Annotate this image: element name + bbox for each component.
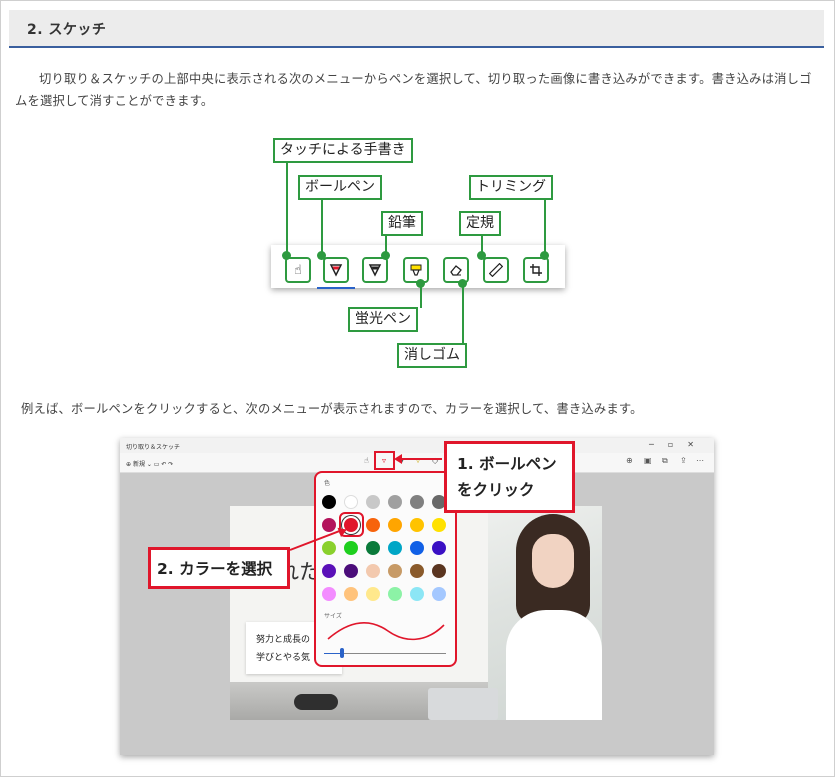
- pencil-button[interactable]: [362, 257, 388, 283]
- laptop-shape: [428, 688, 498, 720]
- color-swatch[interactable]: [432, 541, 446, 555]
- stroke-preview: [327, 622, 445, 641]
- color-swatch[interactable]: [322, 587, 336, 601]
- color-swatch[interactable]: [322, 541, 336, 555]
- color-swatch[interactable]: [432, 587, 446, 601]
- eraser-connector-dot: [458, 279, 467, 288]
- color-swatch[interactable]: [410, 564, 424, 578]
- example-paragraph: 例えば、ボールペンをクリックすると、次のメニューが表示されますので、カラーを選択…: [21, 402, 643, 416]
- label-pencil: 鉛筆: [381, 211, 423, 236]
- share-icon[interactable]: ⇪: [680, 456, 687, 465]
- label-eraser: 消しゴム: [397, 343, 467, 368]
- touch-connector: [286, 161, 288, 255]
- color-swatch[interactable]: [344, 564, 358, 578]
- save-icon[interactable]: ▣: [644, 456, 652, 465]
- new-button-label: 新規: [132, 461, 145, 468]
- zoom-icon[interactable]: ⊕: [626, 456, 633, 465]
- selected-tool-indicator: [317, 287, 355, 289]
- ruler-connector-dot: [477, 251, 486, 260]
- ballpoint-pen-icon: [329, 264, 343, 277]
- callout-step2-text: 2. カラーを選択: [157, 560, 273, 578]
- section-title: 2. スケッチ: [27, 22, 107, 38]
- color-swatch[interactable]: [322, 518, 336, 532]
- label-highlighter: 蛍光ペン: [348, 307, 418, 332]
- color-swatch[interactable]: [410, 587, 424, 601]
- color-swatch[interactable]: [322, 564, 336, 578]
- new-button[interactable]: ⊕ 新規 ⌄ ▭ ↶ ↷: [126, 459, 173, 468]
- ruler-button[interactable]: [483, 257, 509, 283]
- ballpoint-connector-dot: [317, 251, 326, 260]
- touch-writing-button[interactable]: ☝: [285, 257, 311, 283]
- intro-paragraph: 切り取り＆スケッチの上部中央に表示される次のメニューからペンを選択して、切り取っ…: [15, 72, 812, 108]
- color-swatch[interactable]: [366, 541, 380, 555]
- crop-icon: [530, 264, 542, 276]
- eraser-connector: [462, 283, 464, 344]
- color-swatch[interactable]: [432, 518, 446, 532]
- section-heading: 2. スケッチ: [9, 10, 824, 48]
- window-titlebar: 切り取り＆スケッチ ─▫✕: [120, 438, 714, 453]
- callout-step1: 1. ボールペン をクリック: [444, 441, 575, 513]
- color-swatch[interactable]: [366, 587, 380, 601]
- color-swatch[interactable]: [388, 564, 402, 578]
- color-swatch[interactable]: [410, 541, 424, 555]
- ballpoint-connector: [321, 198, 323, 255]
- color-swatch[interactable]: [344, 587, 358, 601]
- copy-icon[interactable]: ⧉: [662, 456, 668, 466]
- pencil-connector-dot: [381, 251, 390, 260]
- mini-touch-icon[interactable]: ☝: [364, 456, 369, 465]
- color-swatch[interactable]: [388, 495, 402, 509]
- pencil-icon: [368, 264, 382, 277]
- ballpoint-highlight-box: [374, 451, 395, 470]
- callout-step1-line1: 1. ボールペン: [457, 455, 557, 473]
- label-touch-writing: タッチによる手書き: [273, 138, 413, 163]
- color-swatch[interactable]: [388, 587, 402, 601]
- eraser-icon: [450, 265, 462, 276]
- card-line-1: 努力と成長の: [256, 635, 311, 645]
- command-bar: ⊕ 新規 ⌄ ▭ ↶ ↷ ☝ ▿ ▾ ▿ ◇ ⊕ ▣ ⧉ ⇪ ⋯: [120, 453, 714, 473]
- label-ballpoint-pen: ボールペン: [298, 175, 382, 200]
- crop-button[interactable]: [523, 257, 549, 283]
- color-swatch[interactable]: [432, 564, 446, 578]
- highlighter-button[interactable]: [403, 257, 429, 283]
- photo-face-shape: [532, 534, 574, 588]
- highlighter-connector-dot: [416, 279, 425, 288]
- window-title: 切り取り＆スケッチ: [126, 444, 181, 451]
- page-frame: 2. スケッチ 切り取り＆スケッチの上部中央に表示される次のメニューからペンを選…: [0, 0, 835, 777]
- window-controls[interactable]: ─▫✕: [649, 440, 708, 449]
- touch-writing-icon: ☝: [294, 262, 302, 278]
- color-swatch[interactable]: [388, 541, 402, 555]
- crop-connector-dot: [540, 251, 549, 260]
- student-photo: [488, 506, 602, 720]
- callout-step1-line2: をクリック: [457, 481, 535, 499]
- color-swatch[interactable]: [410, 495, 424, 509]
- photo-shirt-shape: [506, 610, 602, 720]
- color-swatch[interactable]: [388, 518, 402, 532]
- color-swatch[interactable]: [366, 518, 380, 532]
- highlighter-icon: [410, 264, 422, 276]
- color-swatch[interactable]: [322, 495, 336, 509]
- ruler-icon: [489, 263, 503, 277]
- crop-connector: [544, 198, 546, 255]
- color-swatch[interactable]: [344, 495, 358, 509]
- ballpoint-pen-button[interactable]: [323, 257, 349, 283]
- panel-color-title: 色: [324, 480, 331, 487]
- callout-step1-arrowhead: [394, 454, 402, 464]
- callout-step2: 2. カラーを選択: [148, 547, 290, 589]
- color-swatch[interactable]: [410, 518, 424, 532]
- touch-connector-dot: [282, 251, 291, 260]
- label-ruler: 定規: [459, 211, 501, 236]
- pencil-case-shape: [294, 694, 338, 710]
- pen-color-panel: 色 サイズ: [314, 471, 457, 667]
- color-swatch[interactable]: [366, 495, 380, 509]
- label-crop: トリミング: [469, 175, 553, 200]
- color-swatch[interactable]: [366, 564, 380, 578]
- card-line-2: 学びとやる気: [256, 653, 311, 663]
- callout-step1-arrow-line: [398, 458, 442, 460]
- color-swatch[interactable]: [344, 541, 358, 555]
- size-slider-thumb[interactable]: [340, 648, 344, 658]
- more-icon[interactable]: ⋯: [696, 456, 704, 465]
